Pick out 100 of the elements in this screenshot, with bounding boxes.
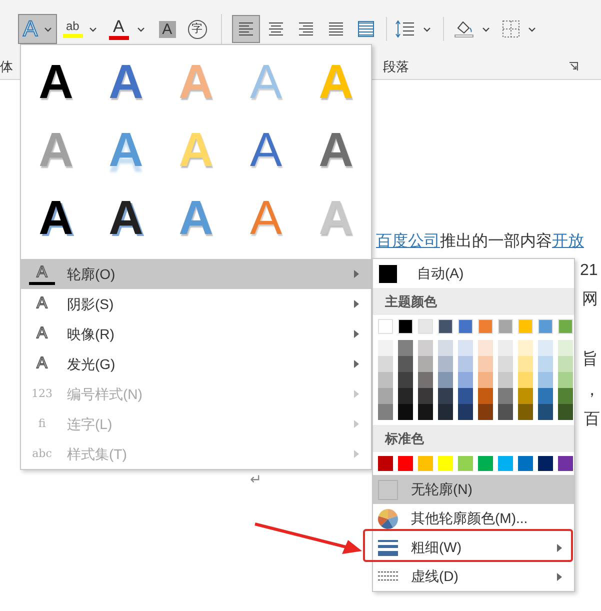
color-swatch[interactable] [438, 456, 453, 471]
color-swatch[interactable] [498, 372, 513, 388]
color-swatch[interactable] [438, 404, 453, 420]
color-swatch[interactable] [558, 456, 573, 471]
color-swatch[interactable] [458, 456, 473, 471]
color-swatch[interactable] [538, 404, 553, 420]
text-effect-style[interactable]: A [91, 117, 161, 185]
color-swatch[interactable] [378, 388, 393, 404]
shading-button[interactable] [454, 20, 490, 38]
font-color-button[interactable]: A [108, 14, 145, 44]
color-swatch[interactable] [518, 340, 533, 356]
text-effect-style[interactable]: A [161, 185, 231, 253]
color-swatch[interactable] [438, 372, 453, 388]
color-swatch[interactable] [378, 356, 393, 372]
menu-item[interactable]: 虚线(D) [373, 562, 574, 591]
color-swatch[interactable] [538, 372, 553, 388]
menu-item[interactable]: A 发光(G) [21, 349, 371, 379]
color-swatch[interactable] [398, 456, 413, 471]
color-swatch[interactable] [518, 356, 533, 372]
color-swatch[interactable] [438, 319, 453, 334]
color-swatch[interactable] [478, 372, 493, 388]
color-swatch[interactable] [398, 356, 413, 372]
color-swatch[interactable] [378, 319, 393, 334]
enclose-characters-button[interactable]: 字 [188, 20, 207, 38]
menu-item[interactable]: 自动(A) [373, 259, 574, 288]
text-effect-style[interactable]: A [21, 49, 91, 117]
color-swatch[interactable] [538, 356, 553, 372]
text-effect-style[interactable]: A [91, 185, 161, 253]
document-link[interactable]: 百度公司 [376, 230, 440, 254]
color-swatch[interactable] [558, 340, 573, 356]
color-swatch[interactable] [538, 319, 553, 334]
text-effect-style[interactable]: A [231, 185, 301, 253]
color-swatch[interactable] [458, 356, 473, 372]
color-swatch[interactable] [518, 319, 533, 334]
color-swatch[interactable] [418, 372, 433, 388]
color-swatch[interactable] [498, 388, 513, 404]
paragraph-align-button[interactable] [232, 15, 260, 43]
color-swatch[interactable] [538, 388, 553, 404]
color-swatch[interactable] [518, 388, 533, 404]
borders-button[interactable] [502, 20, 536, 38]
submenu-arrow-icon [557, 544, 562, 552]
color-swatch[interactable] [438, 356, 453, 372]
line-spacing-button[interactable] [394, 20, 431, 38]
menu-item[interactable]: A 映像(R) [21, 319, 371, 349]
character-shading-button[interactable]: A [158, 20, 176, 38]
menu-item[interactable]: A 阴影(S) [21, 289, 371, 319]
color-swatch[interactable] [518, 404, 533, 420]
text-effect-style[interactable]: A [21, 117, 91, 185]
color-swatch[interactable] [558, 356, 573, 372]
color-swatch[interactable] [478, 388, 493, 404]
color-swatch[interactable] [398, 404, 413, 420]
color-swatch[interactable] [418, 456, 433, 471]
document-link[interactable]: 开放 [552, 230, 584, 254]
color-swatch[interactable] [558, 319, 573, 334]
color-swatch[interactable] [458, 372, 473, 388]
color-swatch[interactable] [558, 404, 573, 420]
color-swatch[interactable] [498, 404, 513, 420]
color-swatch[interactable] [418, 319, 433, 334]
color-swatch[interactable] [498, 456, 513, 471]
color-swatch[interactable] [538, 340, 553, 356]
color-swatch[interactable] [438, 340, 453, 356]
color-swatch[interactable] [558, 388, 573, 404]
color-swatch[interactable] [458, 340, 473, 356]
color-swatch[interactable] [498, 319, 513, 334]
color-swatch[interactable] [478, 356, 493, 372]
text-effect-style[interactable]: A [231, 117, 301, 185]
color-swatch[interactable] [498, 340, 513, 356]
color-swatch[interactable] [458, 319, 473, 334]
menu-item[interactable]: 其他轮廓颜色(M)... [373, 504, 574, 533]
color-swatch[interactable] [378, 404, 393, 420]
color-swatch[interactable] [478, 340, 493, 356]
color-swatch[interactable] [418, 340, 433, 356]
color-swatch[interactable] [398, 372, 413, 388]
color-swatch[interactable] [398, 340, 413, 356]
color-swatch[interactable] [438, 388, 453, 404]
color-swatch[interactable] [378, 340, 393, 356]
color-swatch[interactable] [398, 388, 413, 404]
color-swatch[interactable] [458, 404, 473, 420]
color-swatch[interactable] [478, 404, 493, 420]
color-swatch[interactable] [558, 372, 573, 388]
color-swatch[interactable] [378, 372, 393, 388]
color-swatch[interactable] [378, 456, 393, 471]
color-swatch[interactable] [518, 372, 533, 388]
menu-item[interactable]: 无轮廓(N) [373, 475, 574, 504]
color-swatch[interactable] [418, 356, 433, 372]
color-swatch[interactable] [478, 456, 493, 471]
color-swatch[interactable] [498, 356, 513, 372]
submenu-arrow-icon [354, 330, 359, 338]
text-effect-style[interactable]: A [21, 185, 91, 253]
highlight-button[interactable]: ab [62, 14, 97, 44]
text-effect-style[interactable]: A [301, 117, 371, 185]
text-effect-style[interactable]: A [91, 49, 161, 117]
dialog-launcher-icon[interactable] [569, 62, 578, 71]
color-swatch[interactable] [538, 456, 553, 471]
color-swatch[interactable] [418, 388, 433, 404]
color-swatch[interactable] [418, 404, 433, 420]
color-swatch[interactable] [398, 319, 413, 334]
color-swatch[interactable] [518, 456, 533, 471]
color-swatch[interactable] [458, 388, 473, 404]
color-swatch[interactable] [478, 319, 493, 334]
